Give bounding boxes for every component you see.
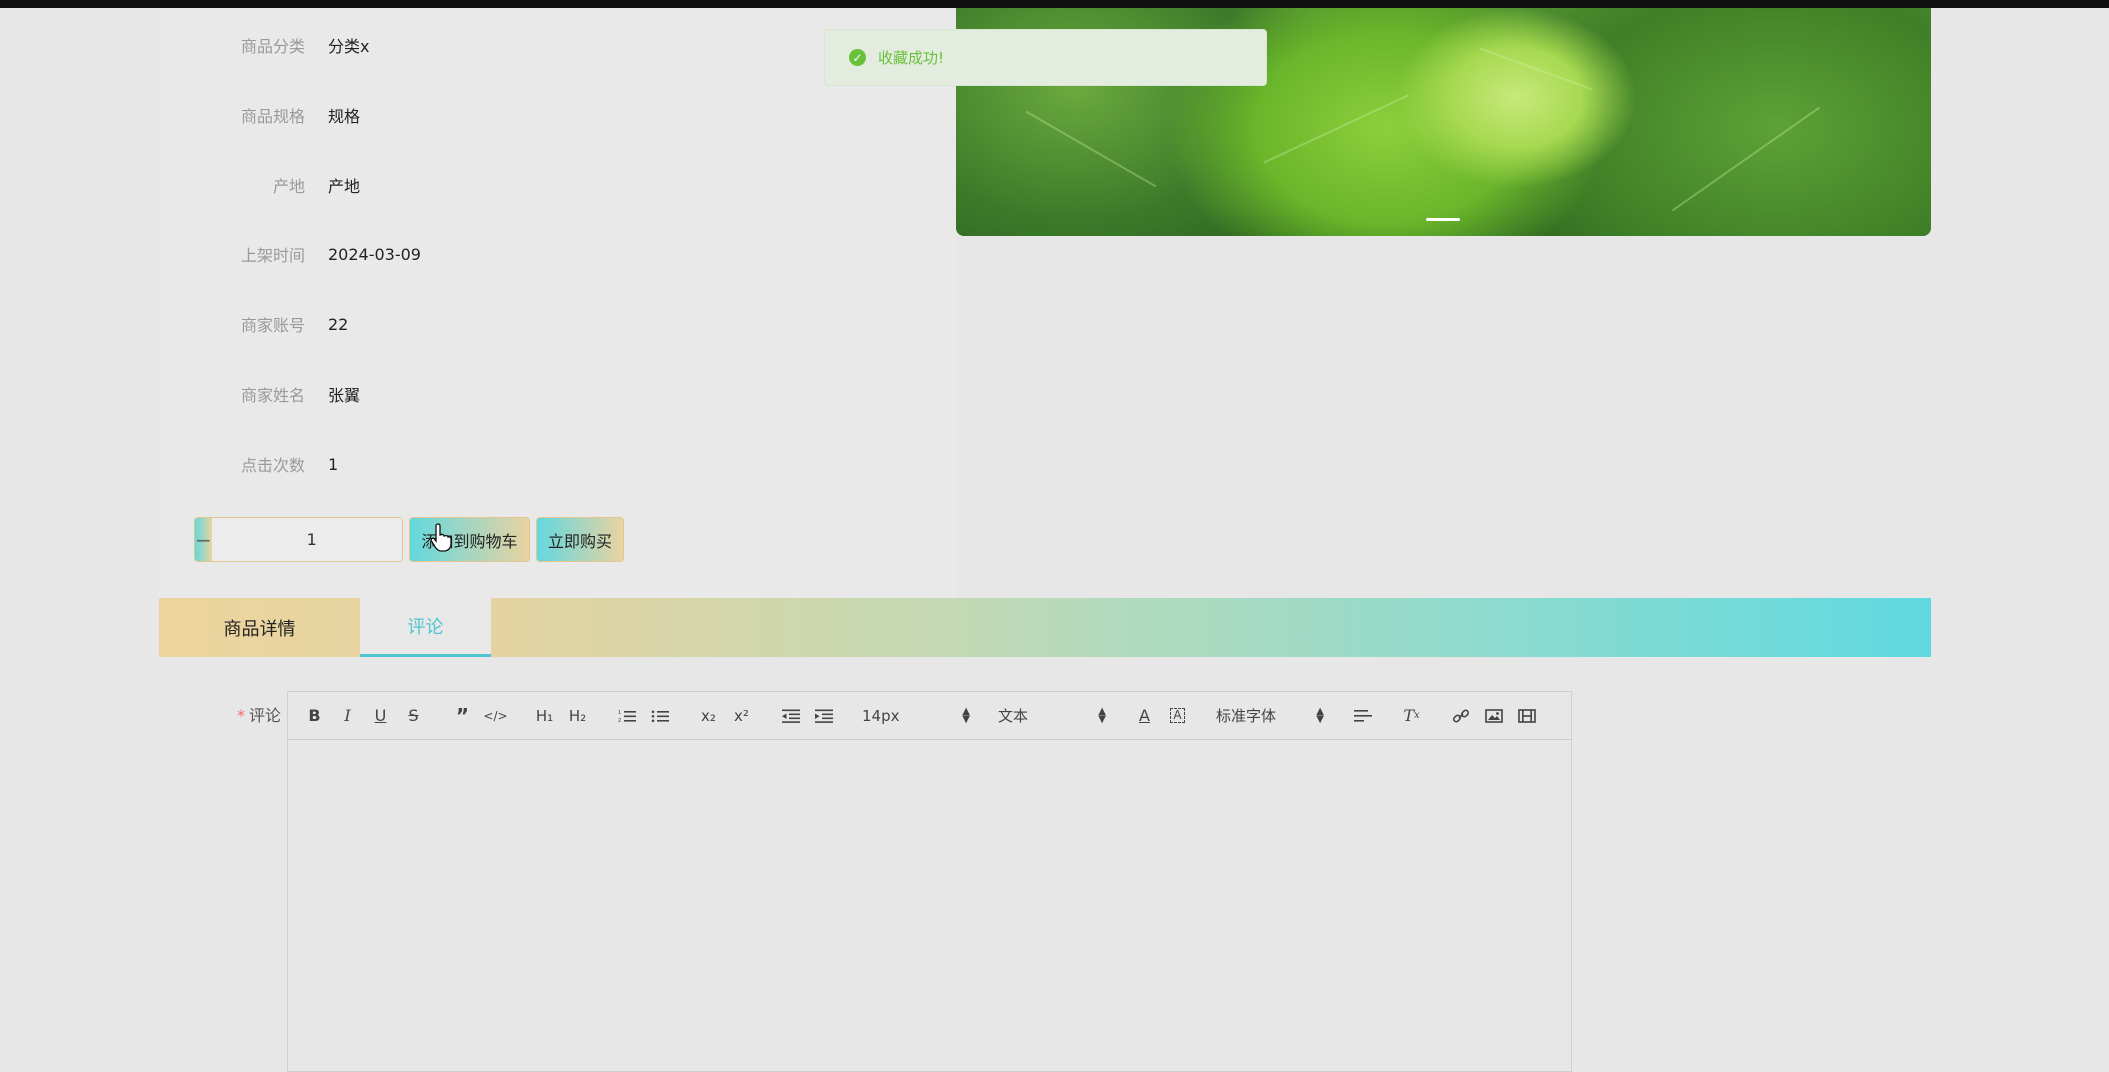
background-color-icon[interactable]: A (1161, 702, 1194, 730)
leaf-detail (1671, 106, 1821, 212)
info-row-listing-time: 上架时间 2024-03-09 (159, 234, 956, 274)
blockquote-icon[interactable]: ” (446, 702, 479, 730)
info-label: 商家账号 (240, 316, 305, 335)
product-info-panel: 商品分类 分类x 商品规格 规格 产地 产地 上架时间 2024-03-09 商… (159, 8, 956, 598)
info-value: 张翼 (328, 386, 361, 405)
code-block-icon[interactable]: </> (479, 702, 512, 730)
info-row-spec: 商品规格 规格 (159, 95, 956, 135)
info-row-click-count: 点击次数 1 (159, 444, 956, 484)
comment-field-label: * 评论 (225, 702, 281, 726)
indent-icon[interactable] (807, 702, 840, 730)
info-label: 点击次数 (240, 456, 305, 475)
video-icon[interactable] (1510, 702, 1543, 730)
leaf-detail (1025, 110, 1157, 188)
quantity-input[interactable] (211, 518, 402, 561)
info-label: 产地 (272, 177, 305, 196)
info-value: 规格 (328, 107, 361, 126)
info-value: 1 (328, 454, 339, 474)
tab-product-detail[interactable]: 商品详情 (159, 598, 360, 657)
info-label: 商品分类 (240, 37, 305, 56)
window-top-bar (0, 0, 2109, 8)
select-arrows-icon: ▲ ▼ (1316, 705, 1324, 725)
leaf-detail (1479, 47, 1593, 91)
ordered-list-icon[interactable]: 12 (610, 702, 643, 730)
info-row-origin: 产地 产地 (159, 165, 956, 205)
quantity-stepper: − + (194, 517, 403, 562)
check-circle-icon: ✓ (849, 49, 866, 66)
comment-editor-body[interactable] (288, 740, 1571, 1071)
select-arrows-icon: ▲ ▼ (1098, 705, 1106, 725)
success-toast: ✓ 收藏成功! (824, 29, 1267, 86)
info-row-merchant-name: 商家姓名 张翼 (159, 374, 956, 414)
tab-comment[interactable]: 评论 (360, 598, 491, 657)
required-mark: * (236, 706, 245, 725)
image-icon[interactable] (1477, 702, 1510, 730)
link-icon[interactable] (1444, 702, 1477, 730)
svg-text:1: 1 (618, 710, 621, 716)
strike-icon[interactable]: S (397, 702, 430, 730)
info-row-merchant-account: 商家账号 22 (159, 304, 956, 344)
info-label: 商家姓名 (240, 386, 305, 405)
font-family-value: 标准字体 (1216, 707, 1277, 725)
detail-tabs: 商品详情 评论 (159, 598, 1931, 657)
bold-icon[interactable]: B (298, 702, 331, 730)
h2-icon[interactable]: H₂ (561, 702, 594, 730)
italic-icon[interactable]: I (331, 702, 364, 730)
leaf-detail (1263, 94, 1409, 164)
h1-icon[interactable]: H₁ (528, 702, 561, 730)
carousel-indicator[interactable] (1426, 218, 1460, 221)
outdent-icon[interactable] (774, 702, 807, 730)
quantity-decrease-button[interactable]: − (195, 518, 212, 561)
info-value: 产地 (328, 177, 361, 196)
subscript-icon[interactable]: x₂ (692, 702, 725, 730)
buy-now-button[interactable]: 立即购买 (536, 517, 624, 562)
toast-message: 收藏成功! (878, 49, 945, 67)
add-to-cart-button[interactable]: 添加到购物车 (409, 517, 530, 562)
clean-format-icon[interactable]: Tx (1395, 702, 1428, 730)
svg-text:2: 2 (618, 718, 621, 723)
info-label: 上架时间 (240, 246, 305, 265)
font-family-select[interactable]: 标准字体 ▲ ▼ (1210, 702, 1330, 730)
font-color-icon[interactable]: A (1128, 702, 1161, 730)
rich-text-editor: B I U S ” </> H₁ H₂ 12 x₂ x² 14px ▲ ▼ 文本… (287, 691, 1572, 1072)
font-size-value: 14px (862, 706, 900, 725)
superscript-icon[interactable]: x² (725, 702, 758, 730)
font-size-select[interactable]: 14px ▲ ▼ (856, 702, 976, 730)
hand-pointer-icon (430, 523, 452, 552)
underline-icon[interactable]: U (364, 702, 397, 730)
editor-toolbar: B I U S ” </> H₁ H₂ 12 x₂ x² 14px ▲ ▼ 文本… (288, 692, 1571, 740)
comment-label-text: 评论 (248, 706, 281, 725)
bullet-list-icon[interactable] (643, 702, 676, 730)
header-select-value: 文本 (998, 707, 1029, 725)
align-icon[interactable] (1346, 702, 1379, 730)
info-value: 分类x (328, 37, 370, 56)
select-arrows-icon: ▲ ▼ (962, 705, 970, 725)
info-label: 商品规格 (240, 107, 305, 126)
header-select[interactable]: 文本 ▲ ▼ (992, 702, 1112, 730)
info-value: 22 (328, 314, 349, 334)
info-value: 2024-03-09 (328, 244, 421, 264)
